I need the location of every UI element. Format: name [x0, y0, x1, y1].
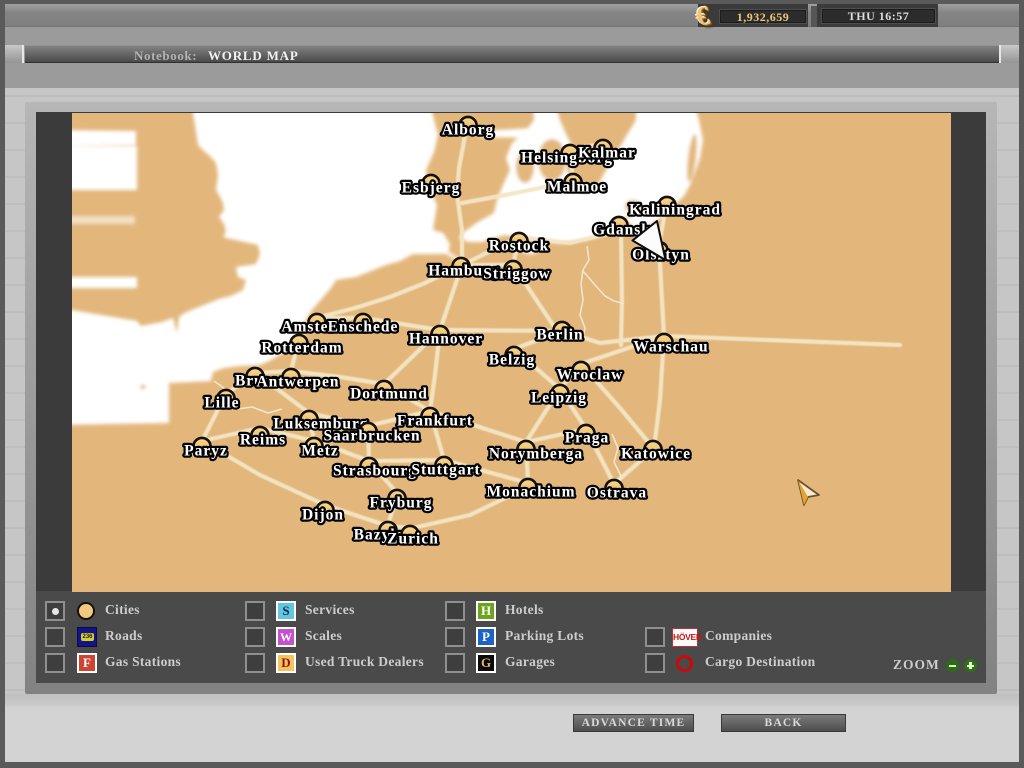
svg-text:Stuttgart: Stuttgart — [411, 462, 480, 479]
svg-text:Esbjerg: Esbjerg — [402, 180, 461, 197]
svg-text:Striggow: Striggow — [483, 266, 550, 283]
svg-text:Warschau: Warschau — [633, 339, 708, 356]
svg-text:Kaliningrad: Kaliningrad — [629, 202, 721, 219]
svg-text:Zurich: Zurich — [387, 531, 439, 548]
svg-text:Alborg: Alborg — [442, 122, 495, 139]
svg-text:Monachium: Monachium — [486, 484, 575, 501]
svg-text:Norymberga: Norymberga — [489, 446, 583, 463]
svg-text:Praga: Praga — [565, 430, 610, 447]
svg-text:Kalmar: Kalmar — [578, 145, 636, 162]
svg-text:Dortmund: Dortmund — [350, 386, 428, 403]
svg-text:Antwerpen: Antwerpen — [256, 374, 339, 391]
svg-text:Rostock: Rostock — [489, 238, 549, 255]
svg-text:Fryburg: Fryburg — [370, 495, 433, 512]
svg-text:Katowice: Katowice — [621, 446, 691, 463]
svg-text:Dijon: Dijon — [302, 507, 344, 524]
svg-text:Berlin: Berlin — [536, 327, 583, 344]
svg-text:Metz: Metz — [301, 443, 339, 460]
svg-text:Ostrava: Ostrava — [587, 485, 647, 502]
svg-text:Malmoe: Malmoe — [547, 179, 607, 196]
svg-text:Belzig: Belzig — [489, 352, 535, 369]
svg-text:Hannover: Hannover — [409, 331, 483, 348]
svg-text:Leipzig: Leipzig — [531, 390, 587, 407]
svg-text:Wroclaw: Wroclaw — [557, 367, 624, 384]
svg-text:Enschede: Enschede — [328, 319, 399, 336]
svg-text:Lille: Lille — [204, 395, 239, 412]
svg-text:Reims: Reims — [240, 432, 286, 449]
svg-text:Strasbourg: Strasbourg — [333, 463, 417, 480]
svg-text:Rotterdam: Rotterdam — [261, 340, 342, 357]
svg-text:Paryz: Paryz — [184, 443, 228, 460]
